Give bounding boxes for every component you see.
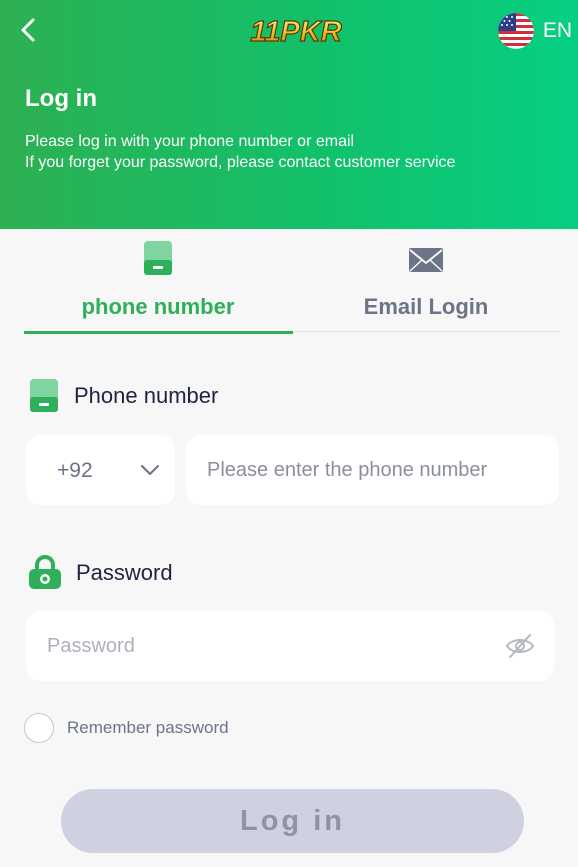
mail-icon bbox=[409, 248, 443, 272]
password-label: Password bbox=[28, 555, 173, 591]
eye-off-icon[interactable] bbox=[505, 633, 535, 659]
language-label: EN bbox=[542, 19, 572, 42]
tab-phone-number[interactable]: phone number bbox=[24, 238, 293, 334]
tab-label: phone number bbox=[81, 294, 235, 319]
phone-number-input[interactable] bbox=[207, 435, 527, 505]
chevron-down-icon bbox=[141, 465, 159, 475]
page-subtitle: Please log in with your phone number or … bbox=[25, 131, 455, 173]
password-field bbox=[26, 611, 554, 681]
section-label-text: Phone number bbox=[74, 383, 219, 408]
lock-icon bbox=[29, 555, 61, 589]
tab-email-login[interactable]: Email Login bbox=[292, 238, 560, 332]
chevron-left-icon bbox=[21, 18, 35, 42]
subtitle-line: Please log in with your phone number or … bbox=[25, 133, 355, 150]
section-label-text: Password bbox=[76, 560, 173, 585]
remember-password-label: Remember password bbox=[67, 718, 229, 737]
password-input[interactable] bbox=[47, 611, 487, 681]
app-logo: 11PKR bbox=[250, 15, 343, 48]
phone-number-label: Phone number bbox=[28, 378, 218, 414]
page-title: Log in bbox=[25, 85, 97, 112]
us-flag-icon bbox=[497, 13, 534, 49]
phone-number-field bbox=[186, 435, 559, 505]
remember-password-checkbox[interactable] bbox=[24, 713, 54, 743]
header: 11PKR EN Log in Please log in with your … bbox=[0, 0, 578, 229]
subtitle-line: If you forget your password, please cont… bbox=[25, 154, 456, 171]
login-tabs: phone number Email Login bbox=[24, 238, 560, 334]
remember-password[interactable]: Remember password bbox=[24, 713, 229, 743]
svg-text:11PKR: 11PKR bbox=[250, 16, 341, 48]
login-button[interactable]: Log in bbox=[61, 789, 524, 853]
country-code-value: +92 bbox=[57, 459, 93, 482]
country-code-select[interactable]: +92 bbox=[26, 435, 175, 505]
active-tab-indicator bbox=[24, 331, 293, 334]
phone-icon bbox=[30, 379, 58, 412]
language-selector[interactable]: EN bbox=[497, 13, 572, 49]
phone-icon bbox=[144, 241, 172, 275]
tab-label: Email Login bbox=[363, 294, 489, 319]
back-button[interactable] bbox=[14, 14, 46, 46]
